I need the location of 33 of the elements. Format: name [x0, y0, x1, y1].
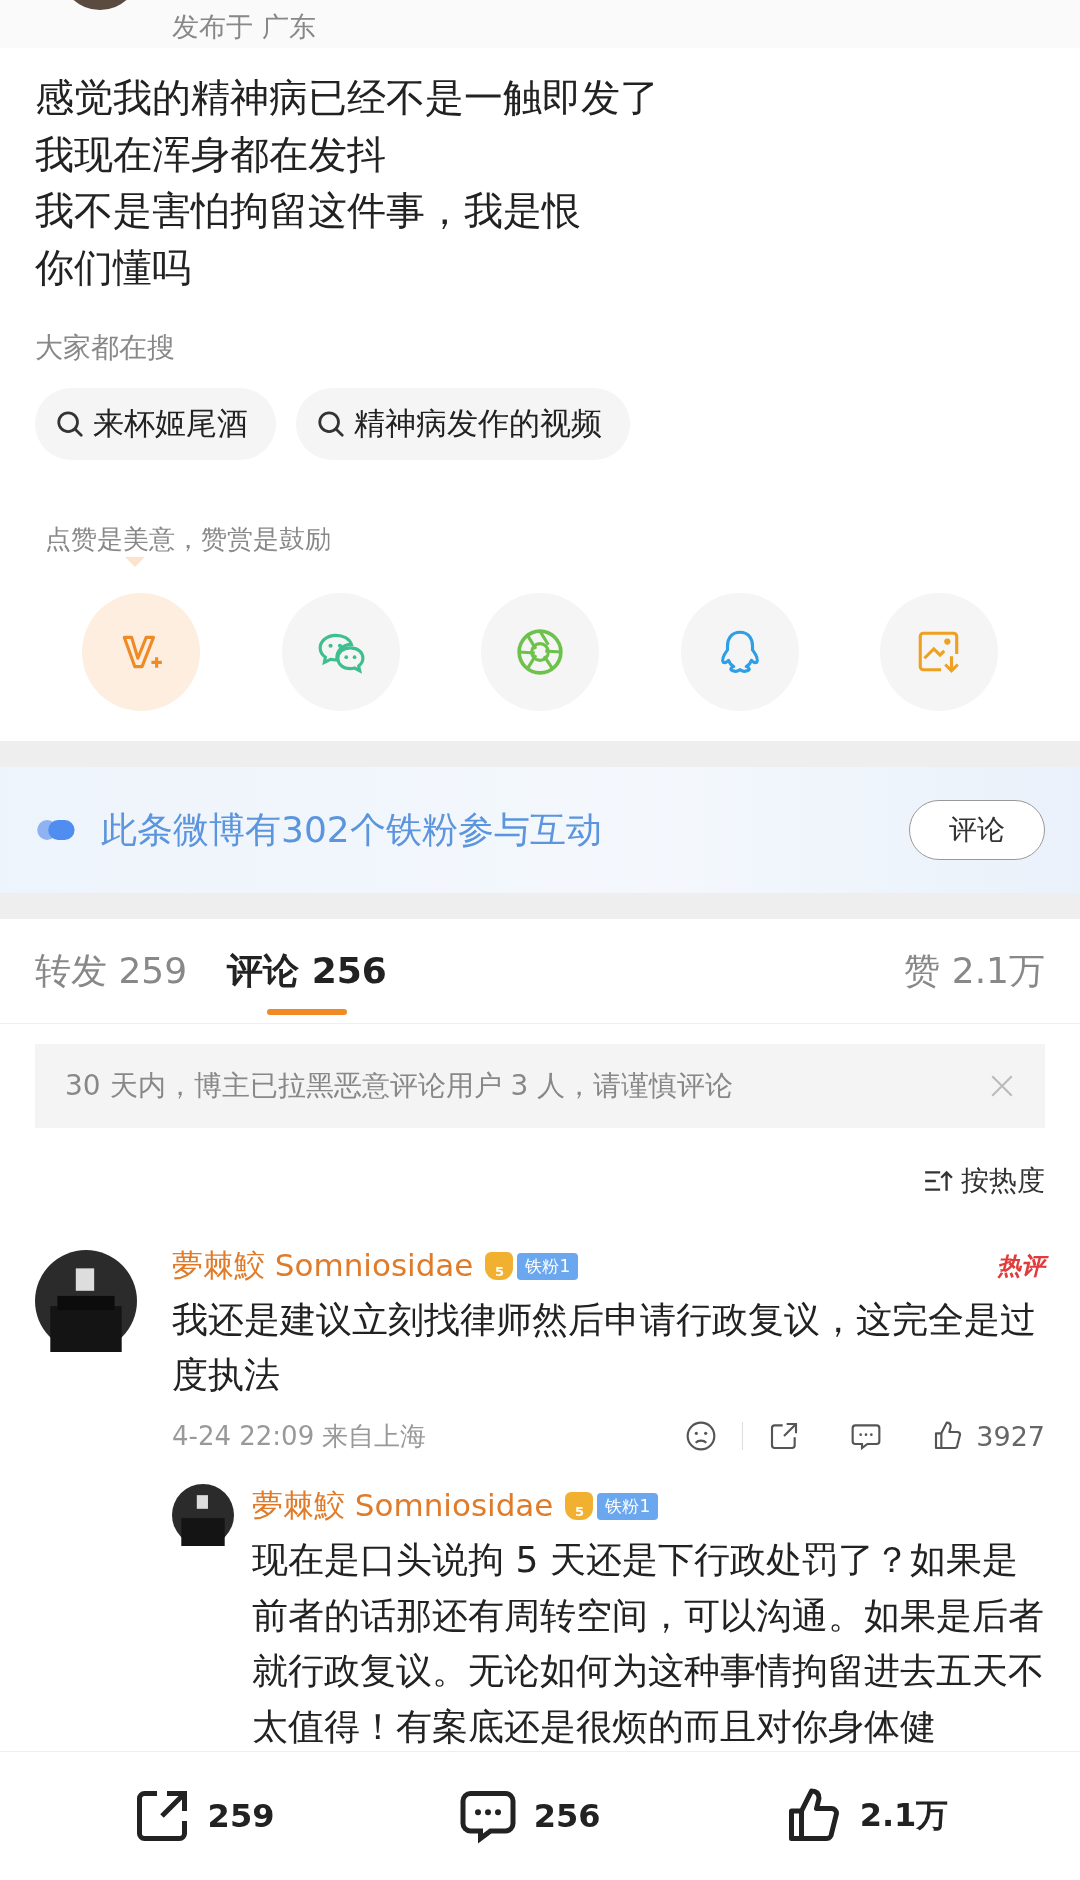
search-chip[interactable]: 精神病发作的视频 [296, 388, 630, 460]
search-icon [55, 409, 85, 439]
fan-badge: 铁粉1 [517, 1252, 579, 1280]
fan-badge: 铁粉1 [597, 1492, 659, 1520]
avatar [172, 1484, 234, 1546]
search-icon [316, 409, 346, 439]
like-count: 赞 2.1万 [904, 948, 1045, 993]
post-text: 我现在浑身都在发抖 [35, 130, 387, 179]
crown-badge: 5 [485, 1252, 514, 1280]
post-location: 发布于 广东 [172, 11, 316, 42]
post-text: 我不是害怕拘留这件事，我是恨 [35, 187, 582, 235]
sad-face-icon[interactable] [685, 1420, 718, 1452]
section-title: 大家都在搜 [34, 330, 176, 366]
search-chip[interactable]: 来杯姬尾酒 [35, 388, 276, 460]
fans-text: 此条微博有302个铁粉参与互动 [101, 807, 603, 852]
repost-button[interactable]: 259 [131, 1786, 275, 1846]
tab[interactable]: 评论 256 [227, 919, 387, 1023]
aperture-icon [515, 627, 565, 677]
post-text: 感觉我的精神病已经不是一触即发了 [35, 74, 660, 122]
like-button[interactable]: 2.1万 [783, 1786, 949, 1846]
like-button[interactable]: 3927 [932, 1420, 1045, 1452]
sort-button[interactable]: 按热度 [923, 1162, 1045, 1200]
sort-icon [923, 1168, 953, 1194]
tab[interactable]: 转发 259 [35, 919, 188, 1023]
comments-button[interactable]: 256 [457, 1786, 601, 1846]
reply-text: 现在是口头说拘 5 天还是下行政处罚了？如果是前者的话那还有周转空间，可以沟通。如果是后者就行政复议。无论如何为这种事情拘留进去五天不太值得！有案底还是很烦的而且对你身体健 [252, 1538, 1045, 1749]
comment-meta: 4-24 22:09 来自上海 [172, 1419, 427, 1453]
notice-text: 30 天内，博主已拉黑恶意评论用户 3 人，请谨慎评论 [65, 1068, 734, 1104]
post-text: 你们懂吗 [35, 243, 192, 292]
crown-badge: 5 [565, 1492, 594, 1520]
comment-text: 我还是建议立刻找律师然后申请行政复议，这完全是过度执法 [172, 1298, 1037, 1397]
comment-button[interactable]: 评论 [909, 800, 1045, 860]
close-icon[interactable] [989, 1073, 1015, 1099]
